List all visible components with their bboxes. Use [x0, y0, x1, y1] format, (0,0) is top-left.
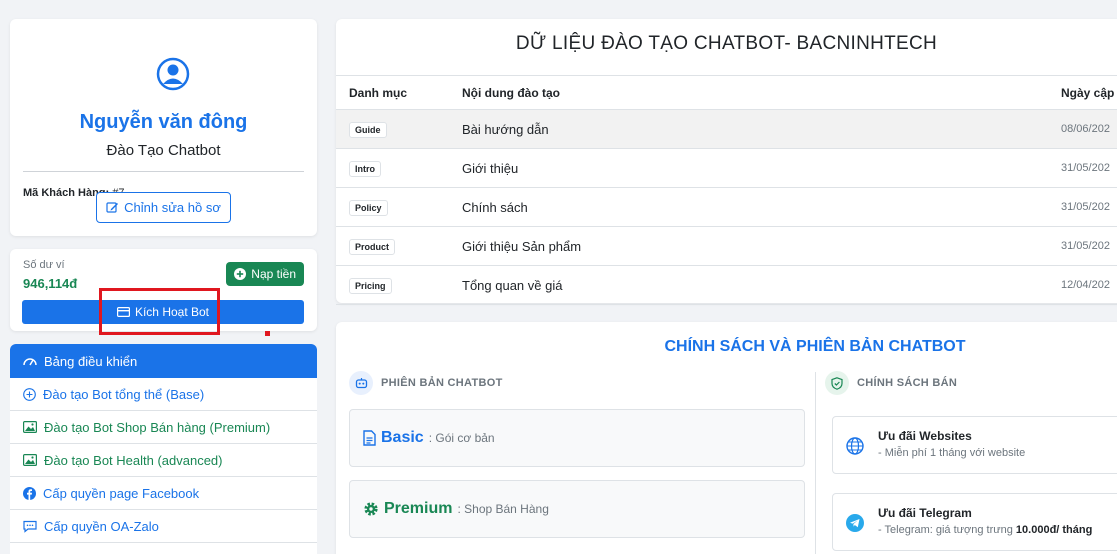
table-cell-content: Chính sách [462, 187, 1061, 227]
version-basic-desc: : Gói cơ bản [428, 431, 495, 445]
table-cell-content: Tổng quan về giá [462, 265, 1061, 305]
image-icon [23, 454, 37, 466]
category-badge: Intro [349, 160, 381, 177]
plus-circle-icon [234, 268, 247, 280]
policy-title: CHÍNH SÁCH VÀ PHIÊN BẢN CHATBOT [664, 338, 966, 355]
sidebar-item-facebook[interactable]: Cấp quyền page Facebook [10, 477, 317, 510]
topup-label: Nạp tiền [251, 267, 296, 281]
table-row[interactable]: Guide Bài hướng dẫn 08/06/202 [336, 109, 1117, 149]
table-row[interactable]: Policy Chính sách 31/05/202 [336, 187, 1117, 227]
table-cell-content: Bài hướng dẫn [462, 109, 1061, 149]
training-data-card: DỮ LIỆU ĐÀO TẠO CHATBOT- BACNINHTECH Dan… [336, 19, 1117, 305]
balance-amount: 946,114đ [23, 276, 78, 291]
version-premium[interactable]: Premium : Shop Bán Hàng [349, 480, 805, 538]
profile-divider [23, 171, 304, 172]
offer-websites-desc-text: - Miễn phí 1 tháng với website [878, 447, 1026, 459]
sidebar-menu: Bảng điều khiển Đào tạo Bot tổng thể (Ba… [10, 344, 317, 554]
table-cell-content: Giới thiệu Sản phẩm [462, 226, 1061, 266]
table-header-row: Danh mục Nội dung đào tạo Ngày cập [336, 75, 1117, 110]
sidebar-item-train-base[interactable]: Đào tạo Bot tổng thể (Base) [10, 378, 317, 411]
sales-heading-label: CHÍNH SÁCH BÁN [857, 377, 958, 389]
gear-icon [364, 502, 378, 516]
telegram-icon [846, 514, 864, 532]
table-cell-date: 12/04/202 [1061, 265, 1117, 305]
robot-icon [349, 371, 373, 395]
versions-heading-label: PHIÊN BẢN CHATBOT [381, 377, 503, 389]
offer-telegram[interactable]: Ưu đãi Telegram - Telegram: giá tượng tr… [832, 493, 1117, 551]
offer-telegram-desc-text: - Telegram: giá tượng trưng [878, 524, 1016, 536]
sidebar-item-label: Đào tạo Bot Health (advanced) [44, 452, 223, 468]
section-divider [815, 372, 816, 554]
table-cell-category: Product [336, 226, 462, 266]
category-badge: Guide [349, 121, 387, 138]
sidebar-item-label: Cấp quyền OA-Zalo [44, 518, 159, 534]
category-badge: Product [349, 238, 396, 255]
sidebar-item-label: Cấp quyền page Facebook [43, 485, 200, 501]
table-row[interactable]: Pricing Tổng quan về giá 12/04/202 [336, 265, 1117, 305]
edit-profile-label: Chỉnh sửa hồ sơ [124, 200, 221, 215]
image-icon [23, 421, 37, 433]
column-header-content: Nội dung đào tạo [462, 75, 1061, 110]
training-table: Danh mục Nội dung đào tạo Ngày cập Guide… [336, 75, 1117, 305]
table-cell-category: Policy [336, 187, 462, 227]
sidebar-item-dashboard[interactable]: Bảng điều khiển [10, 344, 317, 378]
offer-telegram-title: Ưu đãi Telegram [878, 506, 972, 520]
table-row[interactable]: Intro Giới thiệu 31/05/202 [336, 148, 1117, 188]
globe-icon [846, 437, 864, 455]
table-cell-date: 31/05/202 [1061, 226, 1117, 266]
highlight-annotation-box [99, 288, 220, 335]
table-cell-date: 31/05/202 [1061, 187, 1117, 227]
chat-icon [23, 520, 37, 533]
balance-label: Số dư ví [23, 259, 65, 271]
dashboard-icon [23, 358, 37, 366]
column-header-date: Ngày cập [1061, 75, 1117, 110]
profile-name: Nguyễn văn đông [79, 111, 248, 133]
profile-role: Đào Tạo Chatbot [106, 142, 221, 159]
version-premium-desc: : Shop Bán Hàng [457, 502, 549, 516]
highlight-annotation-dot [265, 331, 270, 336]
version-basic[interactable]: Basic : Gói cơ bản [349, 409, 805, 467]
sidebar-item-label: Bảng điều khiển [44, 353, 138, 369]
policy-card: CHÍNH SÁCH VÀ PHIÊN BẢN CHATBOT PHIÊN BẢ… [336, 322, 1117, 554]
user-avatar-icon [156, 57, 190, 91]
offer-websites-title: Ưu đãi Websites [878, 429, 972, 443]
table-cell-category: Intro [336, 148, 462, 188]
category-badge: Policy [349, 199, 388, 216]
version-premium-name: Premium [384, 500, 453, 517]
plus-circle-icon [23, 387, 36, 401]
table-cell-content: Giới thiệu [462, 148, 1061, 188]
table-cell-category: Guide [336, 109, 462, 149]
sidebar-item-train-health[interactable]: Đào tạo Bot Health (advanced) [10, 444, 317, 477]
edit-icon [106, 202, 119, 213]
offer-websites-desc: - Miễn phí 1 tháng với website [878, 447, 1025, 459]
shield-check-icon [825, 371, 849, 395]
offer-telegram-price: 10.000đ/ tháng [1015, 524, 1093, 536]
sidebar-item-train-premium[interactable]: Đào tạo Bot Shop Bán hàng (Premium) [10, 411, 317, 444]
sidebar-item-label: Đào tạo Bot tổng thể (Base) [43, 386, 205, 402]
document-icon [363, 430, 376, 446]
sidebar-item-label: Đào tạo Bot Shop Bán hàng (Premium) [44, 419, 271, 435]
column-header-category: Danh mục [336, 75, 462, 110]
version-basic-name: Basic [381, 429, 424, 446]
training-title: DỮ LIỆU ĐÀO TẠO CHATBOT- BACNINHTECH [515, 33, 938, 54]
sidebar-item-zalo[interactable]: Cấp quyền OA-Zalo [10, 510, 317, 543]
table-cell-date: 08/06/202 [1061, 109, 1117, 149]
table-cell-category: Pricing [336, 265, 462, 305]
category-badge: Pricing [349, 277, 392, 294]
offer-websites[interactable]: Ưu đãi Websites - Miễn phí 1 tháng với w… [832, 416, 1117, 474]
facebook-icon [23, 486, 36, 500]
profile-card: Nguyễn văn đông Đào Tạo Chatbot Mã Khách… [10, 19, 317, 236]
table-cell-date: 31/05/202 [1061, 148, 1117, 188]
offer-telegram-desc: - Telegram: giá tượng trưng 10.000đ/ thá… [878, 524, 1092, 536]
versions-heading: PHIÊN BẢN CHATBOT [349, 371, 503, 395]
table-row[interactable]: Product Giới thiệu Sản phẩm 31/05/202 [336, 226, 1117, 266]
topup-button[interactable]: Nạp tiền [226, 262, 304, 286]
sales-heading: CHÍNH SÁCH BÁN [825, 371, 957, 395]
edit-profile-button[interactable]: Chỉnh sửa hồ sơ [96, 192, 231, 223]
